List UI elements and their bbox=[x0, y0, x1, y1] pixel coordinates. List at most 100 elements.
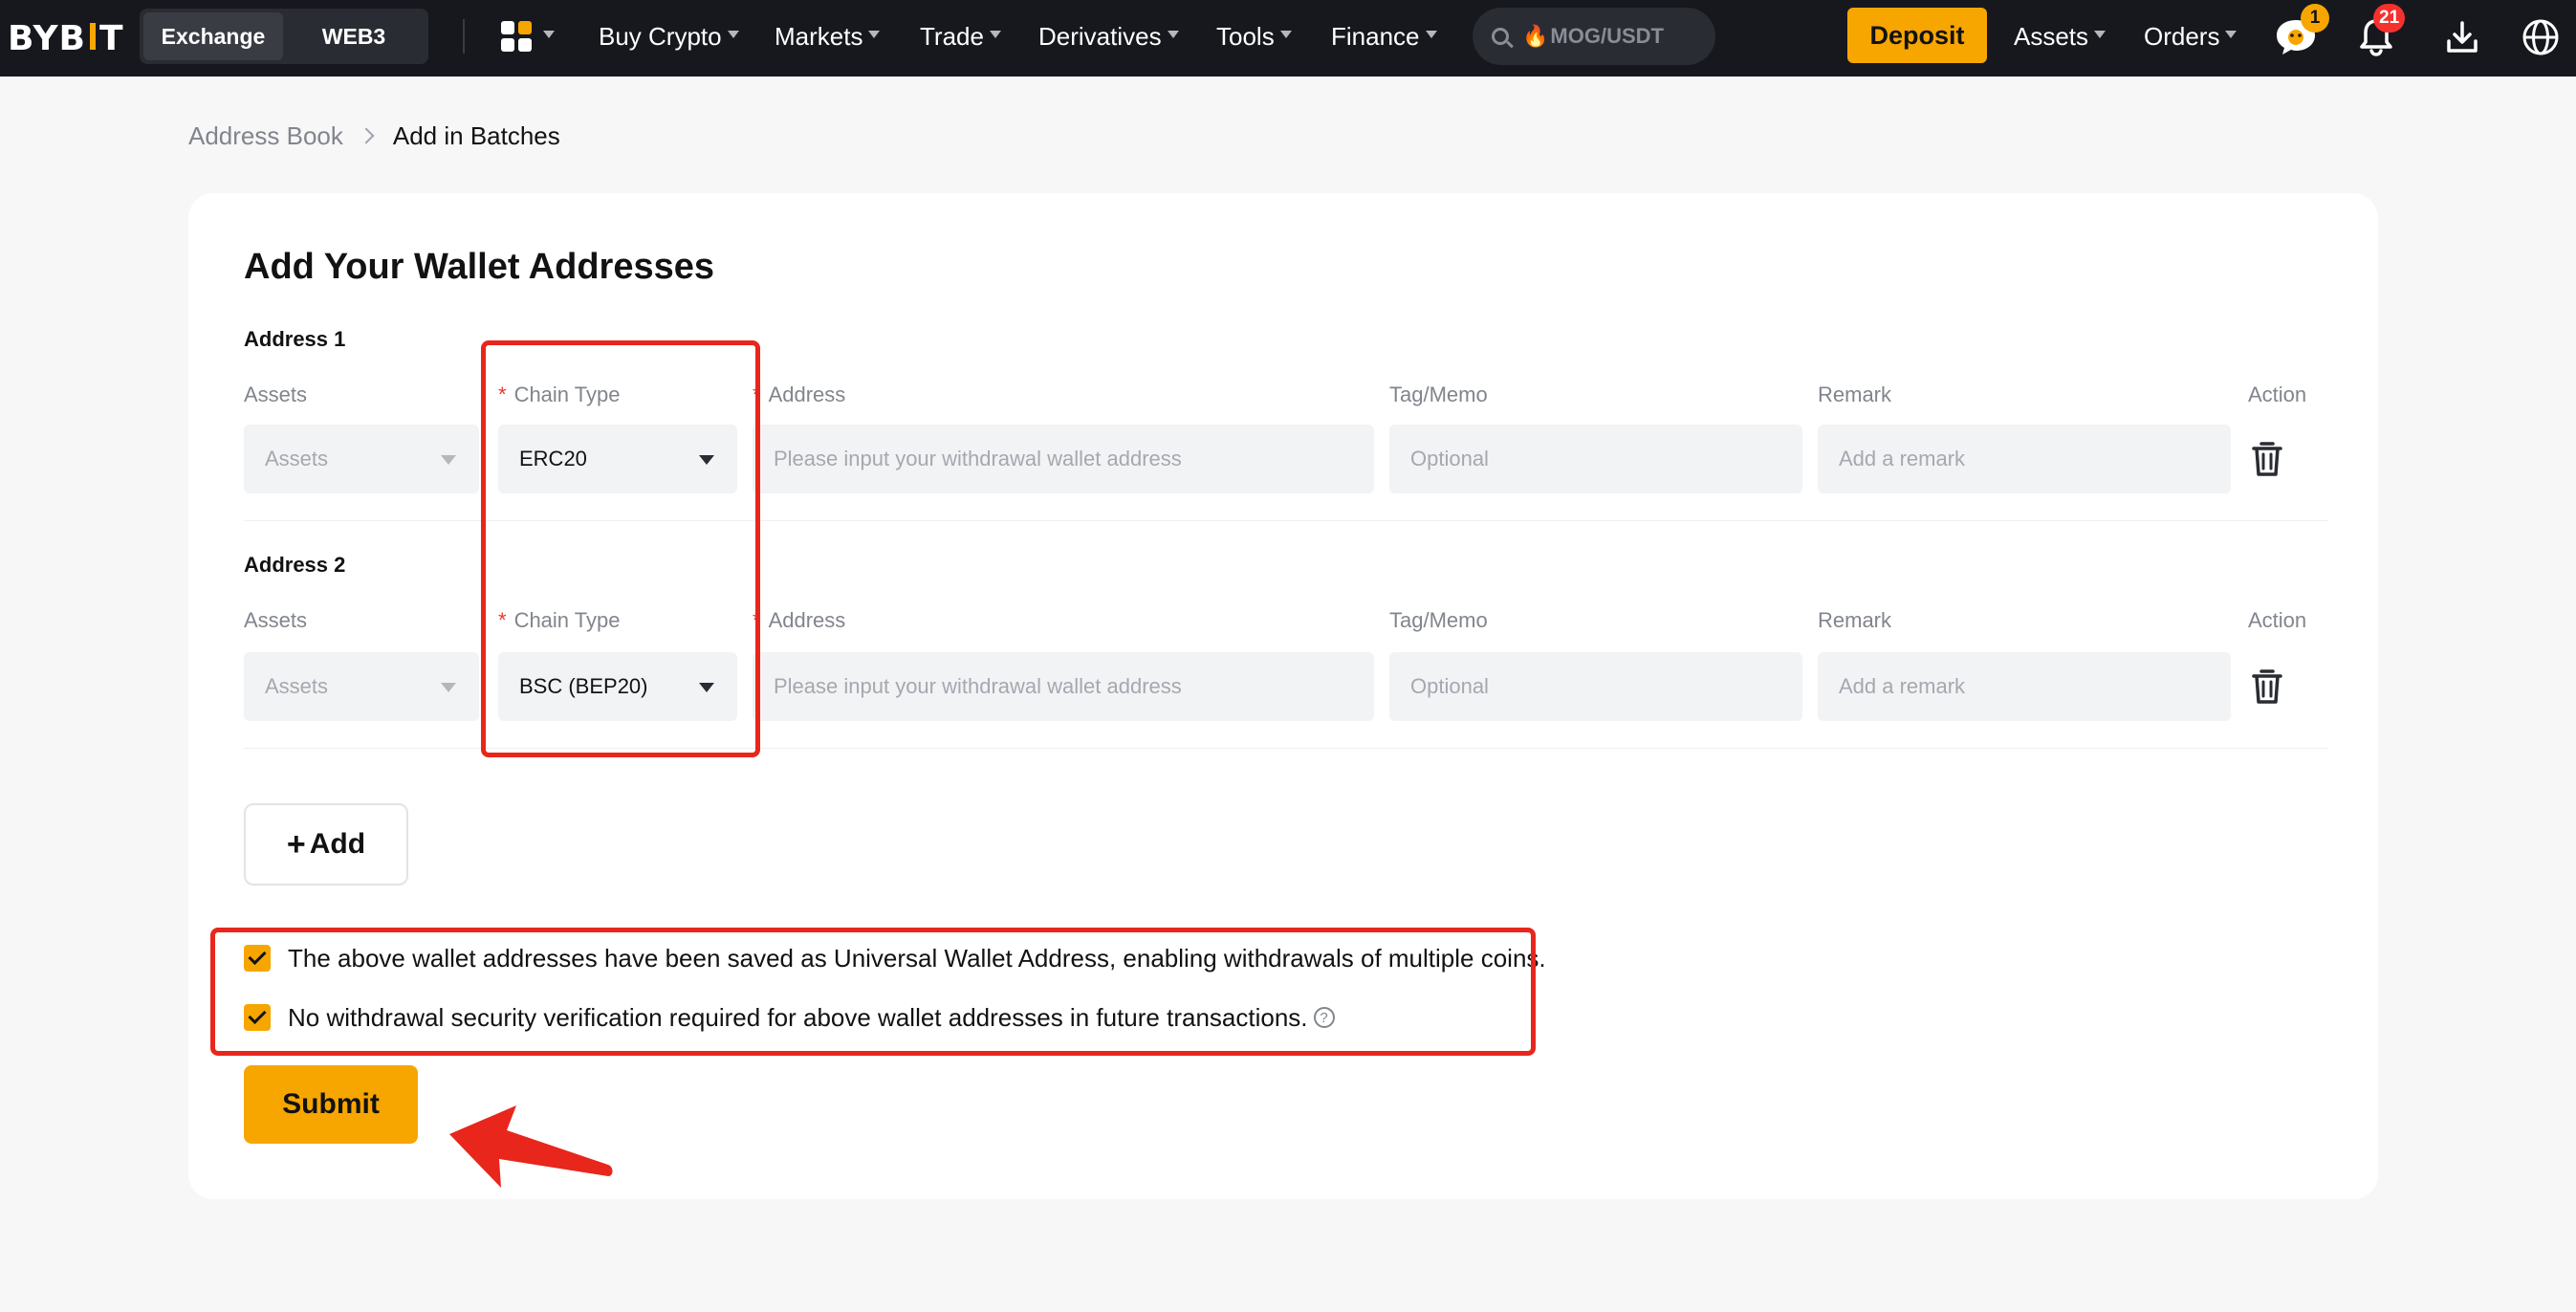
no-verification-checkbox[interactable] bbox=[244, 1004, 271, 1031]
universal-address-checkbox-row[interactable]: The above wallet addresses have been sav… bbox=[244, 942, 1546, 974]
dropdown-arrow-icon bbox=[441, 683, 456, 692]
menu-label: Tools bbox=[1216, 21, 1275, 51]
assets-select[interactable]: Assets bbox=[244, 425, 479, 493]
required-mark: * bbox=[498, 608, 507, 632]
tag-memo-input[interactable]: Optional bbox=[1389, 652, 1802, 721]
chevron-down-icon bbox=[2094, 31, 2107, 38]
search-box[interactable]: 🔥 MOG/USDT bbox=[1473, 8, 1715, 65]
tag-memo-placeholder: Optional bbox=[1410, 674, 1489, 698]
dropdown-arrow-icon bbox=[699, 455, 714, 465]
menu-trade[interactable]: Trade bbox=[920, 19, 1001, 54]
address-input[interactable]: Please input your withdrawal wallet addr… bbox=[753, 652, 1374, 721]
menu-label: Finance bbox=[1331, 21, 1420, 51]
apps-menu-button[interactable] bbox=[501, 19, 555, 54]
action-label: Action bbox=[2248, 608, 2307, 632]
logo-text-t: T bbox=[98, 18, 124, 58]
remark-input[interactable]: Add a remark bbox=[1818, 425, 2231, 493]
required-mark: * bbox=[753, 608, 761, 632]
menu-markets[interactable]: Markets bbox=[775, 19, 881, 54]
submit-button[interactable]: Submit bbox=[244, 1065, 418, 1144]
add-button-label: Add bbox=[309, 828, 366, 860]
menu-label: Assets bbox=[2014, 21, 2089, 51]
assets-select-placeholder: Assets bbox=[265, 447, 329, 470]
remark-input[interactable]: Add a remark bbox=[1818, 652, 2231, 721]
chevron-down-icon bbox=[543, 31, 555, 38]
menu-buy-crypto[interactable]: Buy Crypto bbox=[599, 19, 739, 54]
required-mark: * bbox=[753, 383, 761, 406]
address-1-title: Address 1 bbox=[244, 327, 346, 351]
trash-icon[interactable] bbox=[2248, 666, 2286, 708]
menu-tools[interactable]: Tools bbox=[1216, 19, 1292, 54]
chevron-down-icon bbox=[1279, 31, 1292, 38]
chain-type-label-text: Chain Type bbox=[513, 383, 621, 406]
trash-icon[interactable] bbox=[2248, 438, 2286, 480]
tab-exchange[interactable]: Exchange bbox=[143, 12, 283, 60]
platform-switch: Exchange WEB3 bbox=[140, 9, 428, 64]
required-mark: * bbox=[498, 383, 507, 406]
chevron-down-icon bbox=[868, 31, 881, 38]
menu-orders[interactable]: Orders bbox=[2144, 19, 2238, 54]
chain-type-select[interactable]: BSC (BEP20) bbox=[498, 652, 737, 721]
apps-grid-icon bbox=[501, 21, 532, 52]
chevron-down-icon bbox=[989, 31, 1001, 38]
tag-memo-label: Tag/Memo bbox=[1389, 383, 1488, 406]
remark-label: Remark bbox=[1818, 608, 1892, 632]
annotation-arrow-icon bbox=[449, 1105, 613, 1188]
chain-type-label: * Chain Type bbox=[498, 383, 620, 407]
assets-select[interactable]: Assets bbox=[244, 652, 479, 721]
address-label-text: Address bbox=[768, 608, 846, 632]
no-verification-checkbox-row[interactable]: No withdrawal security verification requ… bbox=[244, 1001, 1335, 1034]
page-title: Add Your Wallet Addresses bbox=[244, 247, 714, 287]
chevron-down-icon bbox=[727, 31, 739, 38]
action-label: Action bbox=[2248, 383, 2307, 406]
address-2-title: Address 2 bbox=[244, 553, 346, 577]
universal-address-checkbox-label: The above wallet addresses have been sav… bbox=[288, 943, 1546, 973]
menu-finance[interactable]: Finance bbox=[1331, 19, 1437, 54]
chat-badge: 1 bbox=[2301, 4, 2329, 33]
tag-memo-input[interactable]: Optional bbox=[1389, 425, 1802, 493]
chain-type-select[interactable]: ERC20 bbox=[498, 425, 737, 493]
add-address-button[interactable]: + Add bbox=[244, 803, 408, 886]
chevron-down-icon bbox=[2225, 31, 2238, 38]
menu-label: Trade bbox=[920, 21, 984, 51]
download-icon[interactable] bbox=[2438, 13, 2486, 61]
assets-label: Assets bbox=[244, 383, 308, 406]
chat-icon[interactable]: 1 bbox=[2272, 4, 2329, 61]
breadcrumb: Address Book Add in Batches bbox=[188, 119, 560, 153]
search-placeholder: MOG/USDT bbox=[1550, 24, 1664, 48]
remark-label: Remark bbox=[1818, 383, 1892, 406]
chain-type-label-text: Chain Type bbox=[513, 608, 621, 632]
deposit-button[interactable]: Deposit bbox=[1847, 8, 1987, 63]
chain-type-value: ERC20 bbox=[519, 447, 587, 470]
remark-placeholder: Add a remark bbox=[1839, 447, 1966, 470]
bybit-logo[interactable]: BYB T bbox=[8, 17, 124, 59]
chain-type-label: * Chain Type bbox=[498, 608, 620, 633]
globe-icon[interactable] bbox=[2517, 13, 2565, 61]
address-label-text: Address bbox=[768, 383, 846, 406]
menu-label: Markets bbox=[775, 21, 863, 51]
tag-memo-placeholder: Optional bbox=[1410, 447, 1489, 470]
assets-label: Assets bbox=[244, 608, 308, 632]
menu-assets[interactable]: Assets bbox=[2014, 19, 2107, 54]
menu-label: Orders bbox=[2144, 21, 2220, 51]
assets-select-placeholder: Assets bbox=[265, 674, 329, 698]
row-divider bbox=[244, 520, 2328, 521]
breadcrumb-address-book-link[interactable]: Address Book bbox=[188, 121, 343, 151]
logo-text-by: BYB bbox=[8, 18, 86, 58]
chain-type-value: BSC (BEP20) bbox=[519, 674, 648, 698]
address-label: * Address bbox=[753, 383, 845, 407]
address-input[interactable]: Please input your withdrawal wallet addr… bbox=[753, 425, 1374, 493]
row-divider bbox=[244, 748, 2328, 749]
dropdown-arrow-icon bbox=[441, 455, 456, 465]
menu-label: Buy Crypto bbox=[599, 21, 722, 51]
universal-address-checkbox[interactable] bbox=[244, 945, 271, 972]
bell-icon[interactable]: 21 bbox=[2352, 4, 2406, 61]
tab-web3[interactable]: WEB3 bbox=[283, 12, 425, 60]
chevron-down-icon bbox=[1167, 31, 1179, 38]
plus-icon: + bbox=[286, 825, 306, 863]
menu-derivatives[interactable]: Derivatives bbox=[1038, 19, 1179, 54]
breadcrumb-current: Add in Batches bbox=[392, 120, 560, 150]
tag-memo-label: Tag/Memo bbox=[1389, 608, 1488, 632]
top-navigation-bar: BYB T Exchange WEB3 Buy Crypto Markets Tr… bbox=[0, 0, 2576, 77]
help-icon[interactable]: ? bbox=[1313, 1007, 1335, 1028]
